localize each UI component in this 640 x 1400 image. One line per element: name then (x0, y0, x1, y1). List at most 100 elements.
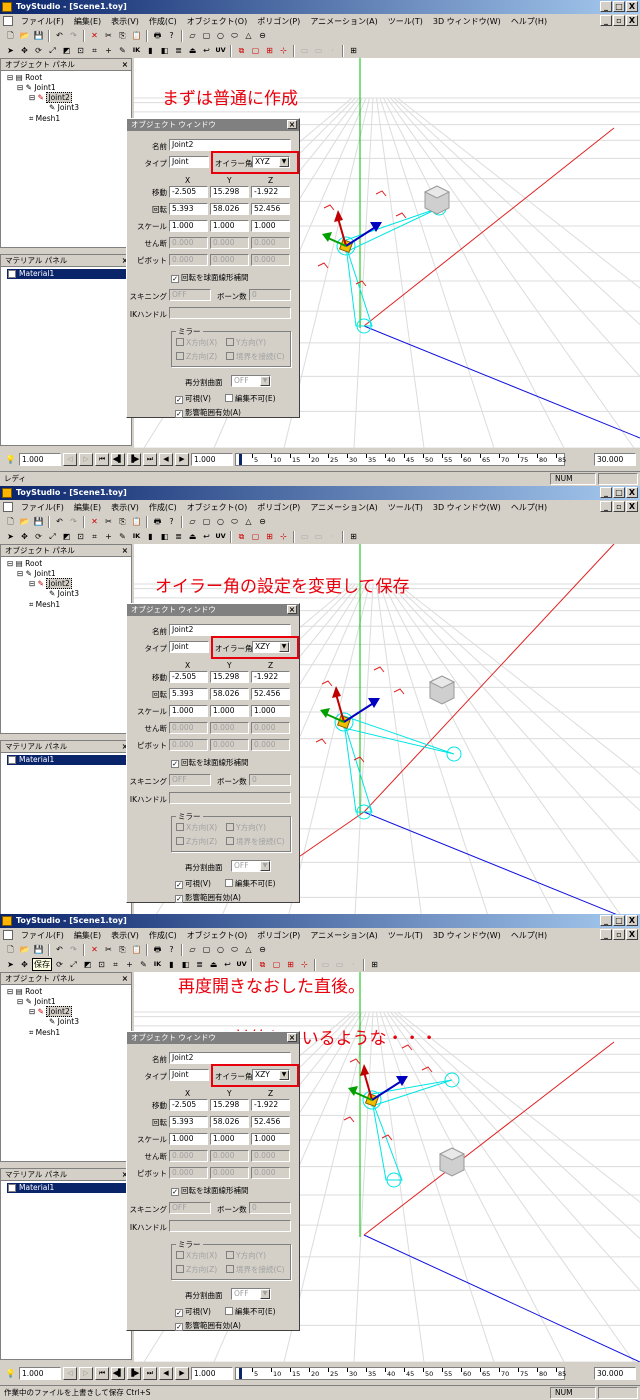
menu-item-7[interactable]: ツール(T) (383, 16, 428, 27)
slerp-checkbox[interactable]: ✓ 回転を球面線形補間 (171, 1186, 249, 1196)
locked-checkbox[interactable]: 編集不可(E) (225, 394, 276, 404)
shear-icon[interactable]: ◩ (60, 44, 73, 57)
ik-button[interactable]: IK (130, 530, 143, 543)
uv-button[interactable]: UV (214, 530, 227, 543)
next-key-button[interactable]: ▐▶ (127, 1366, 141, 1380)
move-x-field[interactable]: -2.505 (169, 186, 208, 198)
scale-y-field[interactable]: 1.000 (210, 1133, 249, 1145)
pivot-x-field[interactable]: 0.000 (169, 254, 208, 266)
mirror-z-checkbox[interactable]: Z方向(Z) (176, 352, 217, 362)
print-icon[interactable]: 🖶 (151, 943, 164, 956)
menu-item-7[interactable]: ツール(T) (383, 930, 428, 941)
cut-icon[interactable]: ✂ (102, 29, 115, 42)
mdi-close-button[interactable]: X (626, 15, 638, 26)
tree-node-mesh1[interactable]: ⌗ Mesh1 (29, 114, 60, 124)
move-icon[interactable]: ✥ (18, 958, 31, 971)
copy-icon[interactable]: ⎘ (116, 29, 129, 42)
first-frame-button[interactable]: ⏮ (95, 452, 109, 466)
close-button[interactable]: X (626, 1, 638, 12)
uv-button[interactable]: UV (214, 44, 227, 57)
influence-checkbox[interactable]: ✓ 影響範囲有効(A) (175, 1321, 241, 1331)
pivot-x-field[interactable]: 0.000 (169, 739, 208, 751)
rot-y-field[interactable]: 58.026 (210, 688, 249, 700)
influence-checkbox[interactable]: ✓ 影響範囲有効(A) (175, 893, 241, 903)
blank-icon-b[interactable]: ▭ (312, 44, 325, 57)
tree-node-joint2[interactable]: ⊟ ✎ Joint2 (29, 578, 72, 589)
delete-icon[interactable]: ✕ (88, 29, 101, 42)
cube-icon[interactable]: ▢ (200, 943, 213, 956)
menu-item-2[interactable]: 表示(V) (106, 16, 144, 27)
half-column-icon[interactable]: ◧ (179, 958, 192, 971)
plane-icon[interactable]: ▱ (186, 29, 199, 42)
half-column-icon[interactable]: ◧ (158, 530, 171, 543)
column-icon[interactable]: ▮ (144, 44, 157, 57)
red-grid-icon[interactable]: ⊞ (263, 44, 276, 57)
triangle-stack-icon[interactable]: ⏏ (186, 530, 199, 543)
material-item[interactable]: Material1 (7, 755, 127, 765)
pivot-z-field[interactable]: 0.000 (251, 739, 290, 751)
tree-node-root[interactable]: ⊟ ▤ Root (7, 987, 42, 997)
tree-node-mesh1[interactable]: ⌗ Mesh1 (29, 1028, 60, 1038)
select-arrow-icon[interactable]: ➤ (4, 44, 17, 57)
torus-icon[interactable]: ⊖ (256, 943, 269, 956)
minimize-button[interactable]: _ (600, 1, 612, 12)
visible-checkbox[interactable]: ✓ 可視(V) (175, 394, 211, 404)
undo-icon[interactable]: ↶ (53, 515, 66, 528)
end-time-field[interactable]: 30.000 (594, 1366, 636, 1380)
cube-icon[interactable]: ▢ (200, 515, 213, 528)
material-item[interactable]: Material1 (7, 1183, 127, 1193)
menu-item-4[interactable]: オブジェクト(O) (182, 16, 253, 27)
bulb-icon[interactable]: 💡 (4, 453, 17, 466)
move-y-field[interactable]: 15.298 (210, 186, 249, 198)
shear-z-field[interactable]: 0.000 (251, 237, 290, 249)
sphere-icon[interactable]: ○ (214, 515, 227, 528)
dialog-titlebar[interactable]: オブジェクト ウィンドウ × (127, 604, 299, 616)
move-y-field[interactable]: 15.298 (210, 1099, 249, 1111)
cut-icon[interactable]: ✂ (102, 943, 115, 956)
paste-icon[interactable]: 📋 (130, 515, 143, 528)
scale-icon[interactable]: ⤢ (46, 44, 59, 57)
pivot-y-field[interactable]: 0.000 (210, 254, 249, 266)
mdi-minimize-button[interactable]: _ (600, 929, 612, 940)
shear-icon[interactable]: ◩ (81, 958, 94, 971)
red-select-icon[interactable]: ⧉ (256, 958, 269, 971)
menu-item-6[interactable]: アニメーション(A) (305, 502, 382, 513)
shear-z-field[interactable]: 0.000 (251, 722, 290, 734)
name-field[interactable]: Joint2 (169, 1052, 291, 1064)
pivot-icon[interactable]: ⊡ (74, 44, 87, 57)
menu-item-9[interactable]: ヘルプ(H) (506, 502, 552, 513)
menu-item-1[interactable]: 編集(E) (69, 502, 106, 513)
red-square-icon[interactable]: ▢ (270, 958, 283, 971)
scale-x-field[interactable]: 1.000 (169, 705, 208, 717)
menu-item-3[interactable]: 作成(C) (144, 930, 182, 941)
maximize-button[interactable]: □ (613, 487, 625, 498)
pivot-icon[interactable]: ⊡ (95, 958, 108, 971)
copy-icon[interactable]: ⎘ (116, 943, 129, 956)
visible-checkbox[interactable]: ✓ 可視(V) (175, 1307, 211, 1317)
shear-y-field[interactable]: 0.000 (210, 237, 249, 249)
shear-x-field[interactable]: 0.000 (169, 1150, 208, 1162)
axis-icon[interactable]: ⊹ (277, 44, 290, 57)
move-icon[interactable]: ✥ (18, 530, 31, 543)
sphere-icon[interactable]: ○ (214, 943, 227, 956)
dialog-close-icon[interactable]: × (287, 605, 297, 614)
pivot-z-field[interactable]: 0.000 (251, 1167, 290, 1179)
grid-icon[interactable]: ⊞ (368, 958, 381, 971)
rotate-icon[interactable]: ⟳ (53, 958, 66, 971)
close-button[interactable]: X (626, 487, 638, 498)
blank-icon-b[interactable]: ▭ (312, 530, 325, 543)
timeline-ruler[interactable]: 5 10 15 20 25 30 35 40 45 50 55 60 65 70 75 80 85 (235, 452, 566, 466)
shear-y-field[interactable]: 0.000 (210, 1150, 249, 1162)
step-back-button[interactable]: ◀ (159, 1366, 173, 1380)
next-key-button[interactable]: ▐▶ (127, 452, 141, 466)
timeline-ruler[interactable]: 5 10 15 20 25 30 35 40 45 50 55 60 65 70 75 80 85 (235, 1366, 566, 1380)
select-arrow-icon[interactable]: ➤ (4, 958, 17, 971)
blank-icon-a[interactable]: ▭ (298, 530, 311, 543)
joint-icon[interactable]: ✎ (137, 958, 150, 971)
triangle-stack-icon[interactable]: ⏏ (186, 44, 199, 57)
tree-node-joint3[interactable]: ✎ Joint3 (49, 1017, 79, 1027)
mdi-close-button[interactable]: X (626, 929, 638, 940)
mirror-x-checkbox[interactable]: X方向(X) (176, 1251, 217, 1261)
paste-icon[interactable]: 📋 (130, 943, 143, 956)
dot-icon[interactable]: · (347, 958, 360, 971)
